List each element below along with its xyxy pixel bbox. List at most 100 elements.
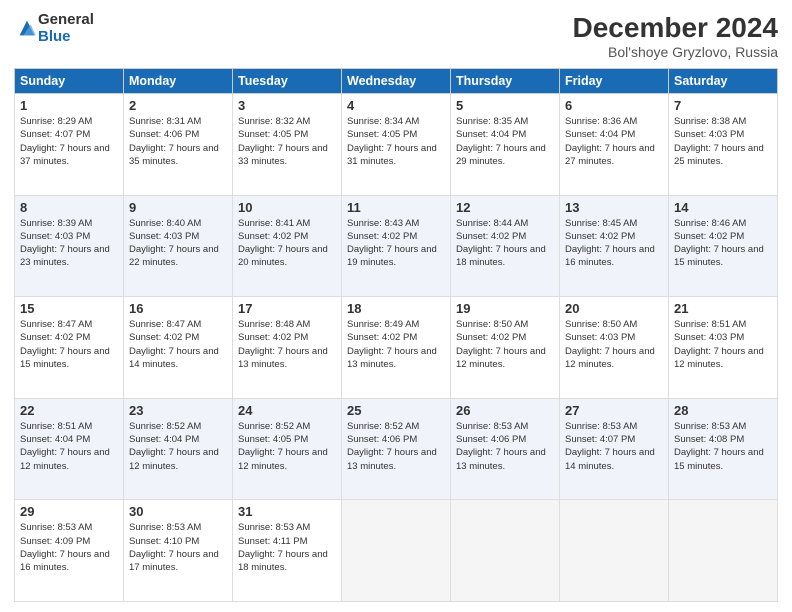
day-number: 23 [129,403,227,418]
day-info: Sunrise: 8:51 AMSunset: 4:04 PMDaylight:… [20,420,118,473]
calendar-week-5: 29 Sunrise: 8:53 AMSunset: 4:09 PMDayligh… [15,500,778,602]
day-info: Sunrise: 8:45 AMSunset: 4:02 PMDaylight:… [565,217,663,270]
calendar-header-wednesday: Wednesday [342,69,451,94]
table-row: 6 Sunrise: 8:36 AMSunset: 4:04 PMDaylight… [560,94,669,196]
day-number: 21 [674,301,772,316]
day-number: 1 [20,98,118,113]
day-number: 24 [238,403,336,418]
day-number: 17 [238,301,336,316]
logo-text: General Blue [38,12,94,45]
day-number: 22 [20,403,118,418]
day-number: 30 [129,504,227,519]
day-info: Sunrise: 8:50 AMSunset: 4:02 PMDaylight:… [456,318,554,371]
table-row [560,500,669,602]
day-number: 26 [456,403,554,418]
table-row: 24 Sunrise: 8:52 AMSunset: 4:05 PMDayligh… [233,398,342,500]
day-info: Sunrise: 8:32 AMSunset: 4:05 PMDaylight:… [238,115,336,168]
day-info: Sunrise: 8:39 AMSunset: 4:03 PMDaylight:… [20,217,118,270]
day-number: 9 [129,200,227,215]
table-row: 28 Sunrise: 8:53 AMSunset: 4:08 PMDayligh… [669,398,778,500]
table-row: 20Sunrise: 8:50 AMSunset: 4:03 PMDayligh… [560,297,669,399]
day-info: Sunrise: 8:36 AMSunset: 4:04 PMDaylight:… [565,115,663,168]
calendar-header-tuesday: Tuesday [233,69,342,94]
calendar-header-thursday: Thursday [451,69,560,94]
table-row [342,500,451,602]
table-row: 31 Sunrise: 8:53 AMSunset: 4:11 PMDayligh… [233,500,342,602]
day-number: 15 [20,301,118,316]
table-row: 9 Sunrise: 8:40 AMSunset: 4:03 PMDaylight… [124,195,233,297]
table-row: 2 Sunrise: 8:31 AMSunset: 4:06 PMDaylight… [124,94,233,196]
day-number: 14 [674,200,772,215]
table-row: 18 Sunrise: 8:49 AMSunset: 4:02 PMDayligh… [342,297,451,399]
table-row [669,500,778,602]
calendar-week-2: 8 Sunrise: 8:39 AMSunset: 4:03 PMDaylight… [15,195,778,297]
day-info: Sunrise: 8:49 AMSunset: 4:02 PMDaylight:… [347,318,445,371]
day-number: 19 [456,301,554,316]
location: Bol'shoye Gryzlovo, Russia [573,44,778,60]
day-info: Sunrise: 8:35 AMSunset: 4:04 PMDaylight:… [456,115,554,168]
calendar-header-row: SundayMondayTuesdayWednesdayThursdayFrid… [15,69,778,94]
day-info: Sunrise: 8:47 AMSunset: 4:02 PMDaylight:… [129,318,227,371]
table-row: 5Sunrise: 8:35 AMSunset: 4:04 PMDaylight… [451,94,560,196]
day-number: 27 [565,403,663,418]
day-info: Sunrise: 8:40 AMSunset: 4:03 PMDaylight:… [129,217,227,270]
calendar-header-sunday: Sunday [15,69,124,94]
day-info: Sunrise: 8:29 AMSunset: 4:07 PMDaylight:… [20,115,118,168]
calendar-week-1: 1 Sunrise: 8:29 AMSunset: 4:07 PMDaylight… [15,94,778,196]
day-number: 6 [565,98,663,113]
table-row: 13 Sunrise: 8:45 AMSunset: 4:02 PMDayligh… [560,195,669,297]
table-row: 3 Sunrise: 8:32 AMSunset: 4:05 PMDaylight… [233,94,342,196]
table-row: 23 Sunrise: 8:52 AMSunset: 4:04 PMDayligh… [124,398,233,500]
page-container: General Blue December 2024 Bol'shoye Gry… [0,0,792,612]
table-row: 4Sunrise: 8:34 AMSunset: 4:05 PMDaylight… [342,94,451,196]
table-row: 25Sunrise: 8:52 AMSunset: 4:06 PMDayligh… [342,398,451,500]
day-info: Sunrise: 8:53 AMSunset: 4:10 PMDaylight:… [129,521,227,574]
header: General Blue December 2024 Bol'shoye Gry… [14,12,778,60]
logo-general: General [38,12,94,29]
day-info: Sunrise: 8:48 AMSunset: 4:02 PMDaylight:… [238,318,336,371]
day-info: Sunrise: 8:52 AMSunset: 4:04 PMDaylight:… [129,420,227,473]
day-number: 3 [238,98,336,113]
day-info: Sunrise: 8:31 AMSunset: 4:06 PMDaylight:… [129,115,227,168]
table-row: 26 Sunrise: 8:53 AMSunset: 4:06 PMDayligh… [451,398,560,500]
logo: General Blue [14,12,94,45]
day-info: Sunrise: 8:46 AMSunset: 4:02 PMDaylight:… [674,217,772,270]
calendar-table: SundayMondayTuesdayWednesdayThursdayFrid… [14,68,778,602]
table-row: 10Sunrise: 8:41 AMSunset: 4:02 PMDayligh… [233,195,342,297]
logo-blue: Blue [38,29,94,46]
table-row: 15 Sunrise: 8:47 AMSunset: 4:02 PMDayligh… [15,297,124,399]
day-info: Sunrise: 8:41 AMSunset: 4:02 PMDaylight:… [238,217,336,270]
logo-icon [16,17,38,39]
day-number: 20 [565,301,663,316]
day-info: Sunrise: 8:43 AMSunset: 4:02 PMDaylight:… [347,217,445,270]
day-number: 18 [347,301,445,316]
day-info: Sunrise: 8:53 AMSunset: 4:08 PMDaylight:… [674,420,772,473]
calendar-header-monday: Monday [124,69,233,94]
day-number: 16 [129,301,227,316]
day-number: 13 [565,200,663,215]
table-row: 29 Sunrise: 8:53 AMSunset: 4:09 PMDayligh… [15,500,124,602]
day-info: Sunrise: 8:34 AMSunset: 4:05 PMDaylight:… [347,115,445,168]
table-row: 21 Sunrise: 8:51 AMSunset: 4:03 PMDayligh… [669,297,778,399]
table-row [451,500,560,602]
day-number: 2 [129,98,227,113]
calendar-header-saturday: Saturday [669,69,778,94]
table-row: 8 Sunrise: 8:39 AMSunset: 4:03 PMDaylight… [15,195,124,297]
table-row: 19 Sunrise: 8:50 AMSunset: 4:02 PMDayligh… [451,297,560,399]
day-info: Sunrise: 8:53 AMSunset: 4:06 PMDaylight:… [456,420,554,473]
day-number: 31 [238,504,336,519]
day-number: 11 [347,200,445,215]
day-info: Sunrise: 8:53 AMSunset: 4:11 PMDaylight:… [238,521,336,574]
day-number: 8 [20,200,118,215]
day-number: 29 [20,504,118,519]
day-info: Sunrise: 8:47 AMSunset: 4:02 PMDaylight:… [20,318,118,371]
table-row: 30 Sunrise: 8:53 AMSunset: 4:10 PMDayligh… [124,500,233,602]
day-info: Sunrise: 8:53 AMSunset: 4:07 PMDaylight:… [565,420,663,473]
day-info: Sunrise: 8:51 AMSunset: 4:03 PMDaylight:… [674,318,772,371]
table-row: 11 Sunrise: 8:43 AMSunset: 4:02 PMDayligh… [342,195,451,297]
calendar-week-4: 22 Sunrise: 8:51 AMSunset: 4:04 PMDayligh… [15,398,778,500]
day-info: Sunrise: 8:52 AMSunset: 4:05 PMDaylight:… [238,420,336,473]
day-number: 28 [674,403,772,418]
calendar-week-3: 15 Sunrise: 8:47 AMSunset: 4:02 PMDayligh… [15,297,778,399]
day-info: Sunrise: 8:53 AMSunset: 4:09 PMDaylight:… [20,521,118,574]
